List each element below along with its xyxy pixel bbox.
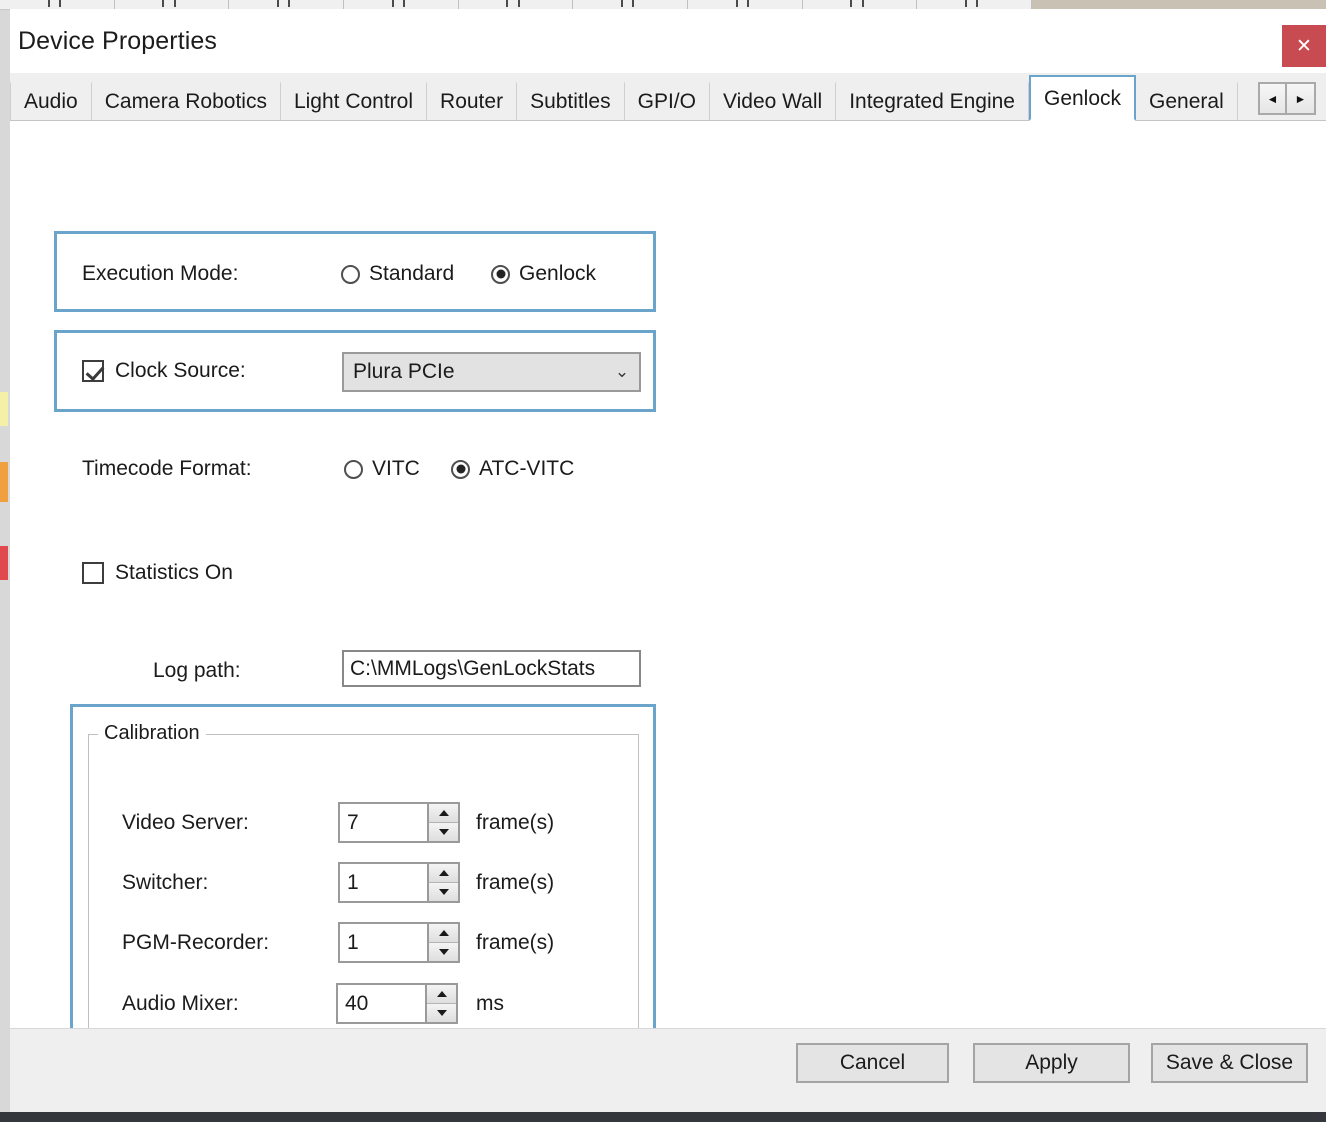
check-icon-statistics [82, 562, 104, 584]
calibration-unit-audio-mixer: ms [476, 992, 504, 1016]
background-tab [344, 0, 459, 9]
calibration-value-audio-mixer: 40 [338, 985, 425, 1022]
background-tab [803, 0, 918, 9]
calibration-value-video-server: 7 [340, 804, 427, 841]
genlock-panel: Execution Mode: Standard Genlock Clock S… [10, 121, 1326, 1063]
stepper-down-icon[interactable] [429, 822, 458, 841]
tab-integrated-engine[interactable]: Integrated Engine [836, 82, 1029, 120]
checkbox-statistics-on[interactable]: Statistics On [82, 561, 233, 585]
calibration-unit-pgm-recorder: frame(s) [476, 931, 554, 955]
stepper-up-icon[interactable] [429, 924, 458, 942]
calibration-legend: Calibration [98, 722, 206, 745]
tab-scroll-left-icon[interactable]: ◄ [1258, 82, 1287, 115]
tab-list: Audio Camera Robotics Light Control Rout… [10, 73, 1238, 120]
background-tab [0, 0, 115, 9]
stepper-up-icon[interactable] [429, 804, 458, 822]
tab-strip: Audio Camera Robotics Light Control Rout… [10, 73, 1326, 121]
calibration-stepper-pgm-recorder[interactable]: 1 [338, 922, 460, 963]
calibration-label-video-server: Video Server: [122, 811, 249, 835]
radio-icon-vitc [344, 460, 363, 479]
tab-router[interactable]: Router [427, 82, 517, 120]
calibration-label-audio-mixer: Audio Mixer: [122, 992, 239, 1016]
background-bottom-bar [0, 1112, 1326, 1122]
calibration-label-switcher: Switcher: [122, 871, 208, 895]
calibration-stepper-video-server[interactable]: 7 [338, 802, 460, 843]
calibration-value-switcher: 1 [340, 864, 427, 901]
stepper-buttons [425, 985, 456, 1022]
background-edge-yellow [0, 392, 8, 426]
checkbox-clock-source[interactable]: Clock Source: [82, 359, 246, 383]
stepper-down-icon[interactable] [429, 882, 458, 901]
stepper-up-icon[interactable] [427, 985, 456, 1003]
tab-video-wall[interactable]: Video Wall [710, 82, 836, 120]
calibration-value-pgm-recorder: 1 [340, 924, 427, 961]
dialog-footer: Cancel Apply Save & Close [10, 1028, 1326, 1112]
stepper-down-icon[interactable] [427, 1003, 456, 1022]
calibration-stepper-switcher[interactable]: 1 [338, 862, 460, 903]
statistics-label: Statistics On [115, 561, 233, 585]
apply-button[interactable]: Apply [973, 1043, 1130, 1083]
background-tab [459, 0, 574, 9]
close-icon: ✕ [1296, 37, 1312, 56]
radio-execution-genlock[interactable]: Genlock [491, 262, 596, 286]
tab-general[interactable]: General [1136, 82, 1238, 120]
execution-mode-label: Execution Mode: [82, 262, 238, 286]
log-path-label: Log path: [153, 659, 241, 683]
radio-icon-standard [341, 265, 360, 284]
stepper-up-icon[interactable] [429, 864, 458, 882]
tab-camera-robotics[interactable]: Camera Robotics [92, 82, 281, 120]
radio-label-standard: Standard [369, 262, 454, 286]
stepper-down-icon[interactable] [429, 942, 458, 961]
tab-audio[interactable]: Audio [10, 82, 92, 120]
stepper-buttons [427, 804, 458, 841]
calibration-stepper-audio-mixer[interactable]: 40 [336, 983, 458, 1024]
tab-subtitles[interactable]: Subtitles [517, 82, 625, 120]
background-tab [115, 0, 230, 9]
check-icon-clock-source [82, 360, 104, 382]
background-tab [917, 0, 1032, 9]
radio-icon-genlock [491, 265, 510, 284]
calibration-label-pgm-recorder: PGM-Recorder: [122, 931, 269, 955]
tab-scroll-right-icon[interactable]: ► [1287, 82, 1316, 115]
tab-gpi-o[interactable]: GPI/O [625, 82, 710, 120]
background-tab [573, 0, 688, 9]
radio-label-atc-vitc: ATC-VITC [479, 457, 574, 481]
calibration-unit-video-server: frame(s) [476, 811, 554, 835]
chevron-down-icon: ⌄ [605, 362, 639, 382]
radio-timecode-vitc[interactable]: VITC [344, 457, 420, 481]
tab-light-control[interactable]: Light Control [281, 82, 427, 120]
clock-source-value: Plura PCIe [344, 360, 605, 384]
cancel-button[interactable]: Cancel [796, 1043, 949, 1083]
page-title: Device Properties [18, 27, 217, 56]
tab-scroll-controls: ◄ ► [1258, 82, 1316, 115]
radio-label-genlock: Genlock [519, 262, 596, 286]
log-path-input[interactable]: C:\MMLogs\GenLockStats [342, 650, 641, 687]
close-button[interactable]: ✕ [1282, 25, 1326, 67]
background-edge-red [0, 546, 8, 580]
radio-execution-standard[interactable]: Standard [341, 262, 454, 286]
clock-source-select[interactable]: Plura PCIe ⌄ [342, 352, 641, 392]
background-desktop-area [1032, 0, 1326, 9]
stepper-buttons [427, 864, 458, 901]
device-properties-dialog: Device Properties ✕ Audio Camera Robotic… [10, 9, 1326, 1112]
radio-label-vitc: VITC [372, 457, 420, 481]
dialog-titlebar: Device Properties ✕ [10, 9, 1326, 73]
tab-genlock[interactable]: Genlock [1029, 75, 1136, 121]
save-and-close-button[interactable]: Save & Close [1151, 1043, 1308, 1083]
clock-source-label: Clock Source: [115, 359, 246, 383]
background-edge-orange [0, 462, 8, 502]
timecode-format-label: Timecode Format: [82, 457, 252, 481]
radio-icon-atc-vitc [451, 460, 470, 479]
stepper-buttons [427, 924, 458, 961]
radio-timecode-atc-vitc[interactable]: ATC-VITC [451, 457, 574, 481]
background-tab [688, 0, 803, 9]
calibration-unit-switcher: frame(s) [476, 871, 554, 895]
background-tab [229, 0, 344, 9]
